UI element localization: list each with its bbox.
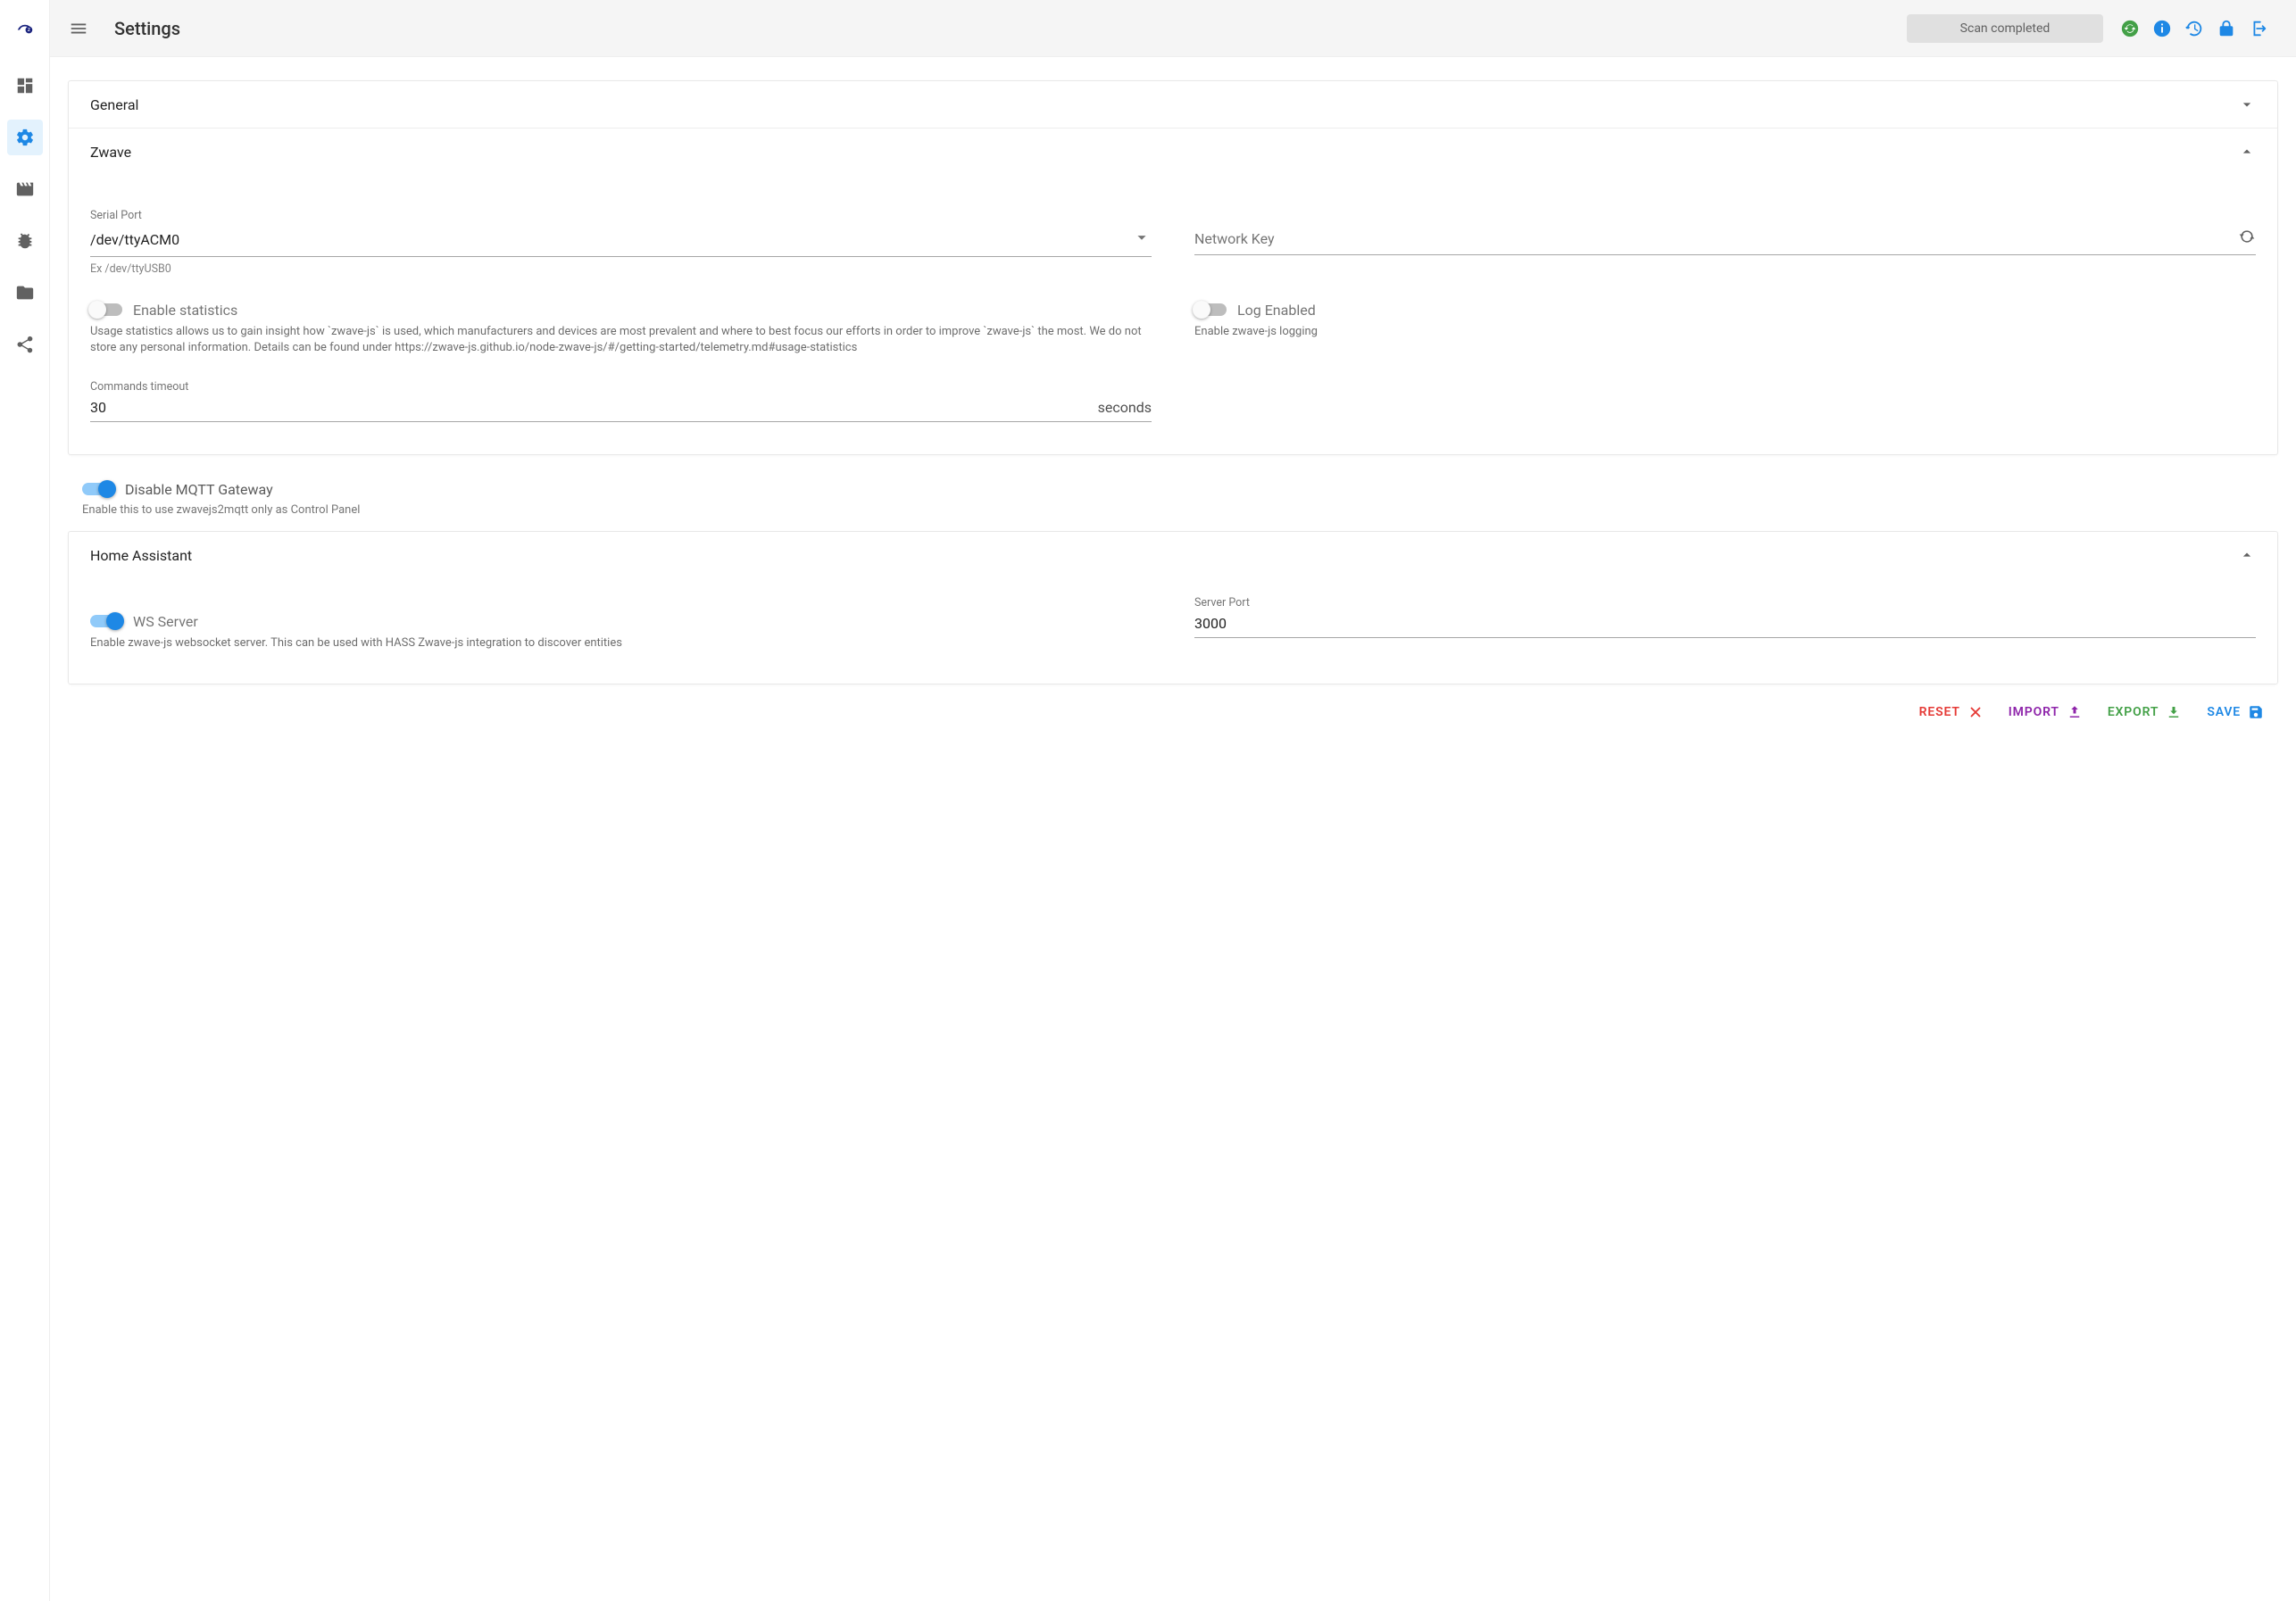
dropdown-icon[interactable] [1132, 228, 1152, 251]
log-enabled-label: Log Enabled [1237, 302, 1316, 319]
disable-mqtt-toggle[interactable] [82, 480, 114, 498]
disable-mqtt-desc: Enable this to use zwavejs2mqtt only as … [82, 503, 2278, 517]
server-port-input[interactable] [1194, 615, 2256, 632]
nav-network[interactable] [7, 327, 43, 362]
topbar: Settings Scan completed [50, 0, 2296, 57]
enable-statistics-desc: Usage statistics allows us to gain insig… [90, 324, 1152, 355]
panel-title-zwave: Zwave [90, 144, 131, 161]
chevron-down-icon [2238, 95, 2256, 113]
enable-statistics-toggle[interactable] [90, 301, 122, 319]
export-button[interactable]: Export [2108, 704, 2183, 720]
lock-icon[interactable] [2210, 12, 2242, 45]
disable-mqtt-label: Disable MQTT Gateway [125, 481, 273, 498]
nav-store[interactable] [7, 275, 43, 311]
page-title: Settings [114, 18, 180, 39]
nav-scenes[interactable] [7, 171, 43, 207]
nav-dashboard[interactable] [7, 68, 43, 104]
log-enabled-toggle[interactable] [1194, 301, 1227, 319]
nav-debug[interactable] [7, 223, 43, 259]
info-icon[interactable] [2146, 12, 2178, 45]
panel-title-home-assistant: Home Assistant [90, 547, 192, 564]
svg-text:Z: Z [27, 28, 29, 33]
sync-icon[interactable] [2114, 12, 2146, 45]
panel-header-home-assistant[interactable]: Home Assistant [69, 532, 2277, 578]
history-icon[interactable] [2178, 12, 2210, 45]
panel-header-general[interactable]: General [69, 81, 2277, 129]
serial-port-hint: Ex /dev/ttyUSB0 [90, 262, 1152, 276]
server-port-label: Server Port [1194, 596, 2256, 610]
import-button[interactable]: Import [2009, 704, 2083, 720]
ws-server-label: WS Server [133, 613, 198, 630]
ws-server-desc: Enable zwave-js websocket server. This c… [90, 635, 1152, 651]
panel-title-general: General [90, 96, 138, 113]
chevron-up-icon [2238, 546, 2256, 564]
network-key-input[interactable] [1194, 230, 2238, 247]
app-logo: Z [9, 9, 41, 41]
settings-panel: General Zwave Serial Port [68, 80, 2278, 455]
log-enabled-desc: Enable zwave-js logging [1194, 324, 2256, 340]
download-icon [2166, 704, 2182, 720]
panel-header-zwave[interactable]: Zwave [69, 129, 2277, 175]
commands-timeout-label: Commands timeout [90, 380, 1152, 394]
save-button[interactable]: Save [2207, 704, 2264, 720]
content-area: General Zwave Serial Port [50, 57, 2296, 1601]
save-icon [2248, 704, 2264, 720]
serial-port-label: Serial Port [90, 209, 1152, 222]
upload-icon [2067, 704, 2083, 720]
nav-settings[interactable] [7, 120, 43, 155]
commands-timeout-suffix: seconds [1098, 399, 1152, 416]
commands-timeout-input[interactable] [90, 399, 1091, 416]
chevron-up-icon [2238, 143, 2256, 161]
logout-icon[interactable] [2242, 12, 2275, 45]
ws-server-toggle[interactable] [90, 612, 122, 630]
actions-bar: Reset Import Export Save [68, 684, 2278, 734]
regenerate-key-icon[interactable] [2238, 228, 2256, 249]
sidebar: Z [0, 0, 50, 1601]
serial-port-input[interactable] [90, 231, 1132, 248]
menu-toggle-button[interactable] [61, 11, 96, 46]
close-icon [1967, 704, 1984, 720]
home-assistant-panel: Home Assistant WS Server Enable [68, 531, 2278, 684]
scan-status-chip: Scan completed [1907, 14, 2103, 43]
panel-body-home-assistant: WS Server Enable zwave-js websocket serv… [69, 578, 2277, 684]
panel-body-zwave: Serial Port Ex /dev/ttyUSB0 _ [69, 175, 2277, 454]
reset-button[interactable]: Reset [1919, 704, 1984, 720]
enable-statistics-label: Enable statistics [133, 302, 237, 319]
